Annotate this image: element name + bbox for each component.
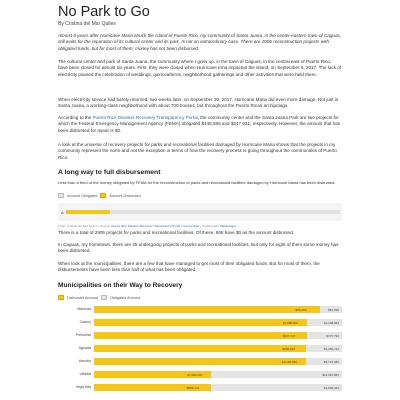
paragraph-5: There is a total of 2905 projects for pa… [58, 230, 294, 235]
article-page: No Park to Go By Cristina del Mar Quiles… [58, 0, 342, 400]
legend-label-disbursed-amount: Disbursed Amount [67, 295, 99, 300]
chart2-category-label: Vega Alta [75, 384, 91, 389]
chart2-disbursed-label: $900,240 [282, 347, 295, 351]
chart1-row-label: A [61, 210, 64, 215]
chart1-description: Less than a third of the money obligated… [58, 180, 336, 185]
chart2-obligated-label: $14,987,887 [322, 373, 339, 377]
chart2-disbursed-bar [94, 332, 307, 339]
chart2-row: Manicao $55,202 $60,696 [58, 305, 342, 314]
paragraph-1: The cultural center and park of Santa Ju… [58, 59, 342, 77]
source-prefix: Chart: Cristina del Mar Quiles • Source: [58, 224, 112, 228]
source-mid: • Created with [199, 224, 220, 228]
legend-label-disbursed: Amount Disbursed [109, 193, 141, 198]
transparency-portal-link[interactable]: Puerto Rico Disaster Recovery Transparen… [92, 115, 197, 120]
chart2-obligated-bar: $889,744 $1,890,342 [94, 384, 342, 391]
legend-swatch-obligated-amount [101, 295, 108, 300]
article-byline: By Cristina del Mar Quiles [58, 21, 116, 27]
chart2-obligated-bar: $1,888,606 $2,198,853 [94, 319, 342, 326]
chart2-disbursed-bar [94, 306, 320, 313]
legend-label-obligated: Amount Obligated [67, 193, 98, 198]
datawrapper-link[interactable]: Datawrapper [220, 224, 237, 228]
paragraph-2: When electricity service had barely retu… [58, 97, 339, 109]
chart2-obligated-label: $707,796 [326, 334, 339, 338]
source-data-link[interactable]: Puerto Rico Disaster Recovery Transparen… [111, 224, 199, 228]
chart1-source: Chart: Cristina del Mar Quiles • Source:… [58, 224, 237, 228]
chart2-row: Vega Alta $889,744 $1,890,342 [58, 383, 342, 392]
paragraph-4: A look at the universe of recovery proje… [58, 142, 337, 160]
chart2-row: Peñuelas $607,447 $707,796 [58, 331, 342, 340]
chart2-category-label: Arecibo [78, 358, 91, 363]
chart2-disbursed-label: $55,202 [295, 308, 307, 312]
chart2-row: Villalba $7,085,645 $14,987,887 [58, 370, 342, 379]
chart2-obligated-label: $1,050,742 [323, 347, 339, 351]
legend-label-obligated-amount: Obligated Amount [110, 295, 141, 300]
chart2-category-label: Villalba [79, 371, 91, 376]
chart2-obligated-label: $1,890,342 [323, 386, 339, 390]
chart2-plot: Manicao $55,202 $60,696 Camuy $1,888,606 $2,1… [58, 305, 342, 400]
article-title: No Park to Go [58, 4, 150, 20]
chart2-disbursed-label: $3,195,866 [282, 360, 298, 364]
chart2-category-label: Camuy [79, 319, 91, 324]
chart2-disbursed-label: $1,888,606 [283, 321, 299, 325]
paragraph-6: In Caguas, my hometown, there are 45 und… [58, 242, 339, 254]
chart2-obligated-bar: $900,240 $1,050,742 [94, 345, 342, 352]
chart2-category-label: Aguada [78, 345, 91, 350]
chart2-row: Aguada $900,240 $1,050,742 [58, 344, 342, 353]
chart2-row: Camuy $1,888,606 $2,198,853 [58, 318, 342, 327]
chart2-obligated-label: $60,696 [328, 308, 339, 312]
paragraph-3-text-start: According to the [58, 115, 93, 120]
chart1-obligated-bar [66, 210, 340, 214]
chart1-legend: Amount Obligated Amount Disbursed [58, 193, 141, 198]
chart2-disbursed-label: $7,085,645 [187, 373, 203, 377]
paragraph-3: According to the Puerto Rico Disaster Re… [58, 115, 342, 134]
legend-swatch-disbursed [100, 193, 107, 198]
chart2-disbursed-bar [94, 319, 307, 326]
chart2-obligated-bar: $607,447 $707,796 [94, 332, 342, 339]
legend-swatch-obligated [58, 193, 64, 198]
chart2-obligated-bar: $3,195,866 $3,737,686 [94, 358, 342, 365]
paragraph-7: When look at the municipalities, there a… [58, 261, 320, 273]
chart1-heading: A long way to full disbursement [58, 169, 161, 176]
legend-swatch-disbursed-amount [58, 295, 64, 300]
chart2-obligated-label: $3,737,686 [323, 360, 339, 364]
chart2-category-label: Peñuelas [76, 332, 91, 337]
chart2-row: Arecibo $3,195,866 $3,737,686 [58, 357, 342, 366]
chart2-category-label: Manicao [77, 306, 91, 311]
lead-paragraph: Almost 6 years after Hurricane Maria str… [58, 33, 342, 51]
chart2-legend: Disbursed Amount Obligated Amount [58, 295, 140, 300]
chart1-disbursed-bar [66, 210, 110, 214]
chart2-title: Municipalities on their Way to Recovery [58, 282, 183, 289]
chart1-plot: A [58, 203, 342, 221]
chart2-obligated-bar: $7,085,645 $14,987,887 [94, 371, 342, 378]
chart2-obligated-bar: $55,202 $60,696 [94, 306, 342, 313]
chart2-disbursed-bar [94, 358, 307, 365]
chart2-disbursed-label: $889,744 [186, 386, 200, 390]
chart2-disbursed-bar [94, 345, 307, 352]
chart2-disbursed-label: $607,447 [282, 334, 296, 338]
chart2-obligated-label: $2,198,853 [323, 321, 339, 325]
